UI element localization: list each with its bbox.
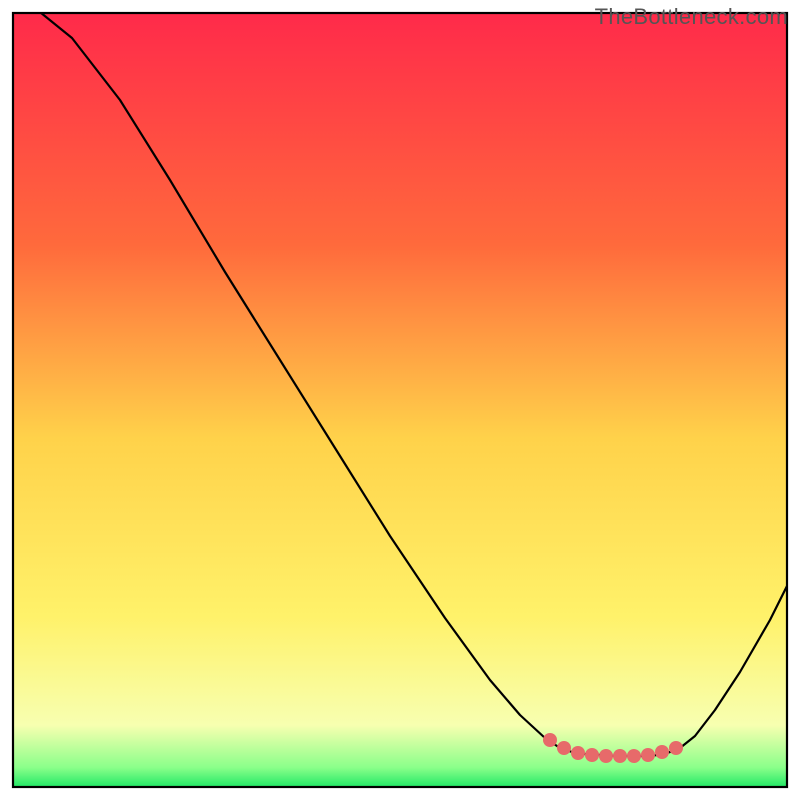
highlight-dot [585,748,599,762]
highlight-dot [669,741,683,755]
highlight-dot [599,749,613,763]
chart-container: TheBottleneck.com [0,0,800,800]
highlight-dot [543,733,557,747]
highlight-dot [571,746,585,760]
chart-svg [0,0,800,800]
gradient-background [13,13,787,787]
highlight-dot [613,749,627,763]
highlight-dot [557,741,571,755]
highlight-dot [655,745,669,759]
highlight-dot [641,748,655,762]
highlight-dot [627,749,641,763]
watermark-text: TheBottleneck.com [595,4,788,30]
